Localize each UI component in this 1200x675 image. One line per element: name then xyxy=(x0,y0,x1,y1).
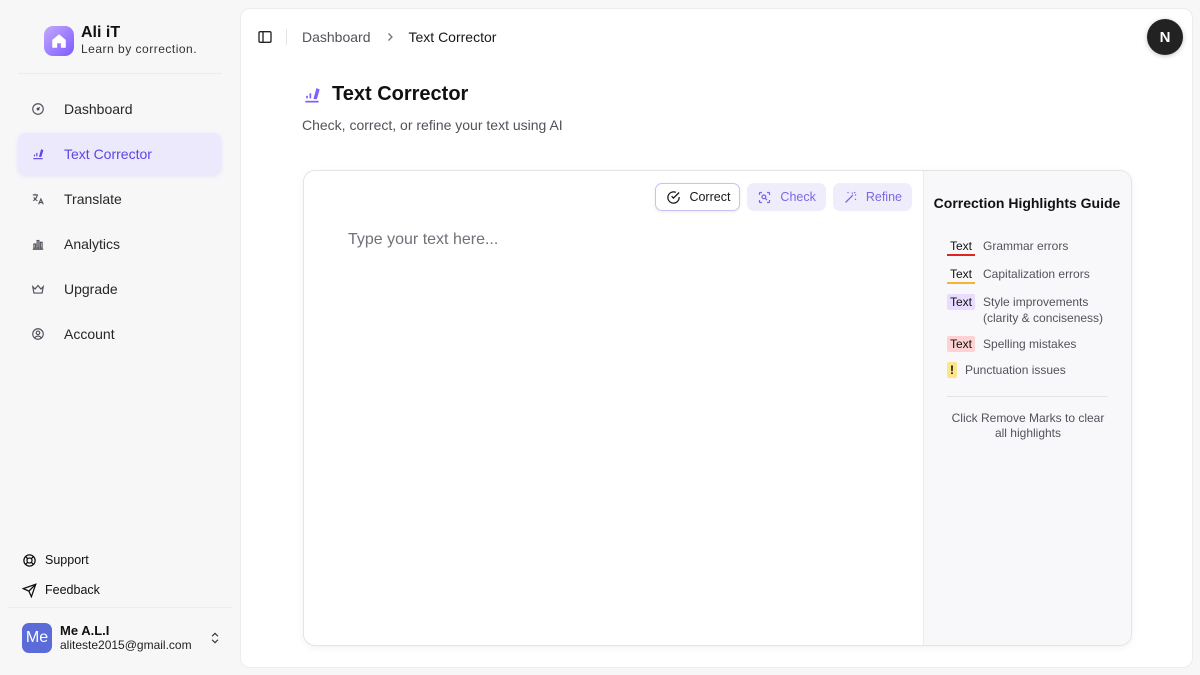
legend-item-punctuation: ! Punctuation issues xyxy=(947,362,1113,378)
scan-icon xyxy=(759,191,771,203)
check-button[interactable]: Check xyxy=(747,183,826,211)
brand[interactable]: Ali iT Learn by correction. xyxy=(44,24,197,57)
sidebar-item-label: Account xyxy=(64,326,115,342)
legend-item-style: Text Style improvements (clarity & conci… xyxy=(947,294,1113,326)
support-links: Support Feedback xyxy=(22,545,100,605)
home-icon xyxy=(44,25,74,56)
sidebar-item-translate[interactable]: Translate xyxy=(18,178,221,220)
support-link[interactable]: Support xyxy=(22,545,100,575)
gauge-icon xyxy=(30,101,46,117)
capitalization-sample: Text xyxy=(947,266,976,284)
sidebar-item-text-corrector[interactable]: Text Corrector xyxy=(18,133,221,175)
breadcrumb: Dashboard Text Corrector xyxy=(302,29,496,45)
sidebar-item-account[interactable]: Account xyxy=(18,313,221,355)
user-menu[interactable]: Me Me A.L.I aliteste2015@gmail.com xyxy=(22,622,222,654)
legend-label: Capitalization errors xyxy=(983,267,1090,281)
chevron-right-icon xyxy=(384,31,396,43)
lifebuoy-icon xyxy=(23,553,36,567)
support-label: Support xyxy=(45,553,89,567)
sidebar-nav: Dashboard Text Corrector Translate Analy… xyxy=(18,88,221,358)
legend-label: Style improvements (clarity & concisenes… xyxy=(983,295,1104,325)
legend-item-spelling: Text Spelling mistakes xyxy=(947,336,1113,352)
topbar: Dashboard Text Corrector N xyxy=(241,9,1192,67)
user-email: aliteste2015@gmail.com xyxy=(60,638,192,652)
crown-icon xyxy=(30,281,46,297)
editor-toolbar: Correct Check Refine xyxy=(655,183,912,211)
refine-label: Refine xyxy=(865,190,902,204)
punctuation-sample: ! xyxy=(947,362,957,378)
breadcrumb-current: Text Corrector xyxy=(408,29,497,45)
user-circle-icon xyxy=(30,326,46,342)
sidebar-item-upgrade[interactable]: Upgrade xyxy=(18,268,221,310)
main-panel: Dashboard Text Corrector N Text Correcto… xyxy=(240,8,1193,668)
check-label: Check xyxy=(780,190,816,204)
editor-card: Correct Check Refine Correction Highligh… xyxy=(303,170,1132,646)
editor-pane: Correct Check Refine xyxy=(304,171,923,645)
sidebar-toggle-icon[interactable] xyxy=(257,29,273,45)
feedback-link[interactable]: Feedback xyxy=(22,575,100,605)
page-title: Text Corrector xyxy=(302,83,563,106)
profile-button[interactable]: N xyxy=(1147,19,1183,55)
sidebar-item-label: Analytics xyxy=(64,236,121,252)
divider xyxy=(286,29,287,45)
pen-line-icon xyxy=(305,87,320,102)
sidebar-item-label: Dashboard xyxy=(64,101,133,117)
brand-tagline: Learn by correction. xyxy=(81,42,198,56)
guide-legend: Text Grammar errors Text Capitalization … xyxy=(947,238,1113,388)
correct-button[interactable]: Correct xyxy=(655,183,741,211)
send-icon xyxy=(22,582,37,598)
guide-title: Correction Highlights Guide xyxy=(933,195,1121,211)
grammar-sample: Text xyxy=(947,238,976,256)
sidebar-item-dashboard[interactable]: Dashboard xyxy=(18,88,221,130)
sidebar-item-label: Translate xyxy=(64,191,122,207)
spelling-sample: Text xyxy=(947,336,976,352)
user-name: Me A.L.I xyxy=(60,623,110,638)
legend-label: Punctuation issues xyxy=(965,363,1066,377)
page-title-text: Text Corrector xyxy=(332,83,469,105)
style-sample: Text xyxy=(947,294,976,310)
sidebar-item-analytics[interactable]: Analytics xyxy=(18,223,221,265)
bar-chart-icon xyxy=(30,236,46,252)
divider xyxy=(18,73,222,74)
check-circle-icon xyxy=(667,190,681,204)
breadcrumb-dashboard[interactable]: Dashboard xyxy=(302,29,371,45)
text-input[interactable] xyxy=(348,231,888,611)
highlights-guide: Correction Highlights Guide Text Grammar… xyxy=(923,171,1131,645)
legend-label: Grammar errors xyxy=(983,239,1069,253)
translate-icon xyxy=(30,191,46,207)
sidebar-item-label: Text Corrector xyxy=(64,146,152,162)
correct-label: Correct xyxy=(689,190,731,204)
page-subtitle: Check, correct, or refine your text usin… xyxy=(302,117,563,133)
brand-name: Ali iT xyxy=(81,24,121,41)
legend-item-capitalization: Text Capitalization errors xyxy=(947,266,1113,284)
sidebar: Ali iT Learn by correction. Dashboard Te… xyxy=(0,0,240,675)
page-header: Text Corrector Check, correct, or refine… xyxy=(302,83,563,133)
feedback-label: Feedback xyxy=(45,583,100,597)
sidebar-item-label: Upgrade xyxy=(64,281,118,297)
magic-wand-icon xyxy=(844,191,856,203)
refine-button[interactable]: Refine xyxy=(832,183,912,211)
chevron-up-down-icon xyxy=(211,632,219,644)
avatar: Me xyxy=(22,623,52,653)
divider xyxy=(8,607,232,608)
divider xyxy=(947,396,1108,397)
legend-item-grammar: Text Grammar errors xyxy=(947,238,1113,256)
guide-note: Click Remove Marks to clear all highligh… xyxy=(951,411,1105,440)
legend-label: Spelling mistakes xyxy=(983,337,1077,351)
pen-line-icon xyxy=(30,146,46,162)
